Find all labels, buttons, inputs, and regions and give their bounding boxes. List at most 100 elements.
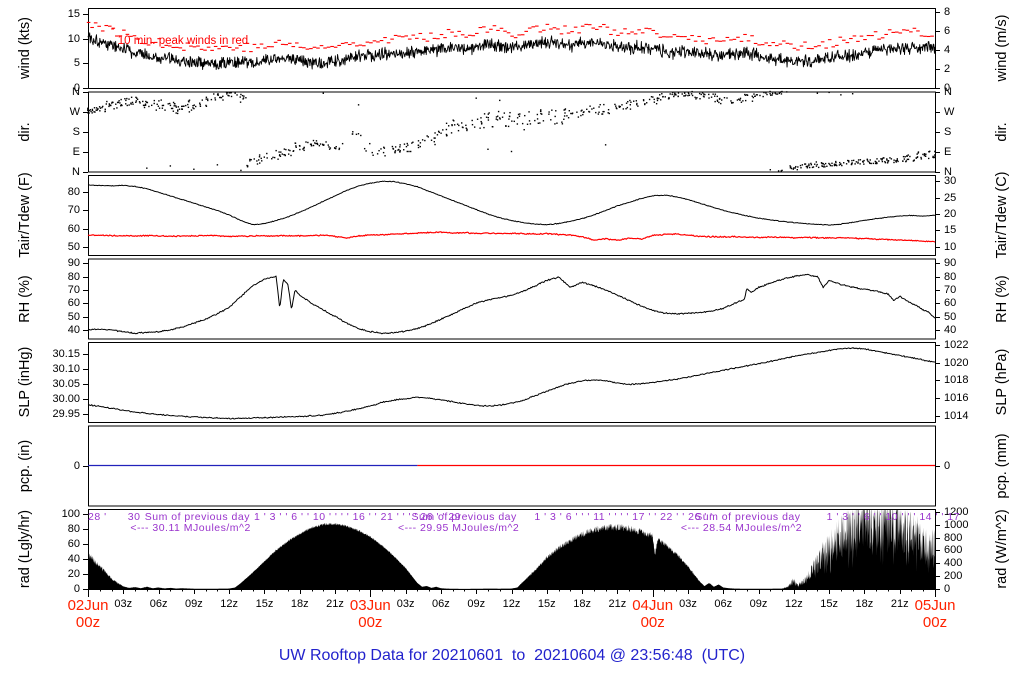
wind-axis-title-left: wind (kts) bbox=[17, 16, 33, 80]
hour-label: 09z bbox=[467, 598, 486, 610]
hour-label: 18z bbox=[573, 598, 591, 610]
rad-ytick-right: 0 bbox=[944, 583, 951, 595]
weather-multipanel-plot: 0 5 10 15 0 2 4 6 8 wind (kts) wind (m/s) N E S W N N E S W… bbox=[0, 0, 1024, 700]
slp-ytick-right: 1018 bbox=[944, 374, 969, 386]
rh-ytick-left: 50 bbox=[67, 311, 80, 323]
dir-ytick-right: E bbox=[944, 146, 952, 158]
page-title: UW Rooftop Data for 20210601 to 20210604… bbox=[278, 647, 746, 664]
slp-ytick-left: 30.05 bbox=[52, 378, 80, 390]
rh-ytick-left: 40 bbox=[67, 324, 80, 336]
rh-axis-title-left: RH (%) bbox=[17, 274, 33, 323]
day-label-hour: 00z bbox=[922, 614, 948, 631]
rad-ytick-left: 0 bbox=[73, 583, 80, 595]
rad-axis-title-left: rad (Lgly/hr) bbox=[17, 509, 33, 589]
dir-ytick-right: W bbox=[944, 106, 955, 118]
wind-peak-legend-text: 10 min. peak winds in red bbox=[117, 35, 249, 47]
rh-ytick-right: 90 bbox=[944, 257, 957, 269]
rad-top-ticks: 1 ' 3 ' ' 6 ' ' 10 ' ' ' 14 ' ' 17 bbox=[826, 510, 960, 523]
temp-ytick-right: 20 bbox=[944, 208, 957, 220]
temp-ytick-right: 30 bbox=[944, 175, 957, 187]
temp-ytick-right: 10 bbox=[944, 241, 957, 253]
day-label-hour: 00z bbox=[640, 614, 665, 631]
slp-ytick-right: 1014 bbox=[944, 410, 969, 422]
slp-ytick-right: 1020 bbox=[944, 357, 969, 369]
day-label-hour: 00z bbox=[358, 614, 383, 631]
rh-ytick-right: 50 bbox=[944, 311, 957, 323]
hour-label: 18z bbox=[855, 598, 874, 610]
slp-ytick-left: 30.15 bbox=[52, 348, 80, 360]
hour-label: 12z bbox=[220, 598, 239, 610]
hour-label: 06z bbox=[149, 598, 168, 610]
pcp-ytick-right: 0 bbox=[944, 460, 951, 472]
rad-ytick-right: 600 bbox=[944, 544, 963, 556]
rh-ytick-right: 60 bbox=[944, 297, 957, 309]
rad-ytick-right: 800 bbox=[944, 532, 963, 544]
slp-ytick-right: 1022 bbox=[944, 339, 969, 351]
rad-ytick-left: 20 bbox=[67, 568, 80, 580]
rh-ytick-left: 90 bbox=[67, 257, 80, 269]
rad-ytick-left: 100 bbox=[61, 508, 80, 520]
dir-axis-title-right: dir. bbox=[994, 121, 1010, 142]
temp-axis-title-right: Tair/Tdew (C) bbox=[994, 171, 1010, 259]
temp-ytick-right: 15 bbox=[944, 224, 957, 236]
dir-ytick-left: N bbox=[72, 86, 80, 98]
temp-ytick-left: 60 bbox=[67, 223, 80, 235]
rad-sum-annotation-line1: Sum of previous day bbox=[144, 510, 250, 523]
hour-label: 12z bbox=[784, 598, 803, 610]
wind-ytick-right: 4 bbox=[944, 44, 951, 56]
rh-ytick-left: 60 bbox=[67, 297, 80, 309]
wind-ytick-left: 15 bbox=[67, 8, 80, 20]
pcp-axis-title-right: pcp. (mm) bbox=[994, 432, 1010, 499]
slp-axis-title-right: SLP (hPa) bbox=[994, 348, 1010, 416]
wind-ytick-left: 10 bbox=[67, 33, 80, 45]
hour-label: 06z bbox=[432, 598, 450, 610]
rad-top-ticks: 30 bbox=[127, 510, 141, 523]
rh-ytick-right: 80 bbox=[944, 271, 957, 283]
hour-label: 03z bbox=[396, 598, 415, 610]
hour-label: 06z bbox=[714, 598, 733, 610]
dir-ytick-left: W bbox=[69, 106, 80, 118]
hour-label: 15z bbox=[537, 598, 556, 610]
hour-label: 15z bbox=[255, 598, 274, 610]
dir-ytick-right: S bbox=[944, 126, 952, 138]
rh-ytick-left: 80 bbox=[67, 271, 80, 283]
hour-label: 21z bbox=[608, 598, 627, 610]
wind-peak-legend: - 10 min. peak winds in red bbox=[98, 11, 248, 59]
temp-ytick-left: 50 bbox=[67, 241, 80, 253]
hour-label: 03z bbox=[114, 598, 133, 610]
rad-ytick-left: 80 bbox=[67, 523, 80, 535]
rh-ytick-left: 70 bbox=[67, 284, 80, 296]
rad-ytick-left: 60 bbox=[67, 538, 80, 550]
wind-ytick-right: 8 bbox=[944, 6, 951, 18]
temp-ytick-left: 80 bbox=[67, 186, 80, 198]
hour-label: 18z bbox=[290, 598, 309, 610]
hour-label: 09z bbox=[185, 598, 203, 610]
hour-label: 21z bbox=[890, 598, 909, 610]
slp-ytick-left: 29.95 bbox=[52, 408, 80, 420]
rad-ytick-left: 40 bbox=[67, 553, 80, 565]
rad-axis-title-right: rad (W/m^2) bbox=[994, 509, 1010, 589]
temp-ytick-left: 70 bbox=[67, 204, 80, 216]
temp-ytick-right: 25 bbox=[944, 192, 957, 204]
rad-sum-annotation-line2: <--- 30.11 MJoules/m^2 bbox=[130, 522, 251, 534]
hour-label: 09z bbox=[749, 598, 768, 610]
dir-ytick-left: S bbox=[72, 126, 80, 138]
temp-axis-title-left: Tair/Tdew (F) bbox=[17, 172, 33, 258]
wind-ytick-left: 5 bbox=[73, 57, 80, 69]
rad-sum-annotation-line1: Sum of previous day bbox=[695, 510, 801, 523]
rad-sum-annotation-line1: Sum of previous day bbox=[411, 510, 517, 523]
wind-ytick-right: 6 bbox=[944, 25, 951, 37]
dir-axis-title-left: dir. bbox=[17, 121, 33, 142]
chart-canvas bbox=[0, 0, 1024, 700]
rh-ytick-right: 40 bbox=[944, 324, 957, 336]
wind-axis-title-right: wind (m/s) bbox=[994, 14, 1010, 82]
hour-label: 15z bbox=[820, 598, 838, 610]
rad-sum-annotation-line2: <--- 29.95 MJoules/m^2 bbox=[398, 522, 520, 534]
rad-top-ticks: 28 ' bbox=[88, 510, 107, 523]
wind-ytick-right: 2 bbox=[944, 63, 951, 75]
slp-axis-title-left: SLP (inHg) bbox=[17, 346, 33, 418]
day-label-hour: 00z bbox=[75, 614, 101, 631]
hour-label: 12z bbox=[502, 598, 521, 610]
slp-ytick-left: 30.00 bbox=[52, 393, 80, 405]
hour-label: 03z bbox=[679, 598, 697, 610]
